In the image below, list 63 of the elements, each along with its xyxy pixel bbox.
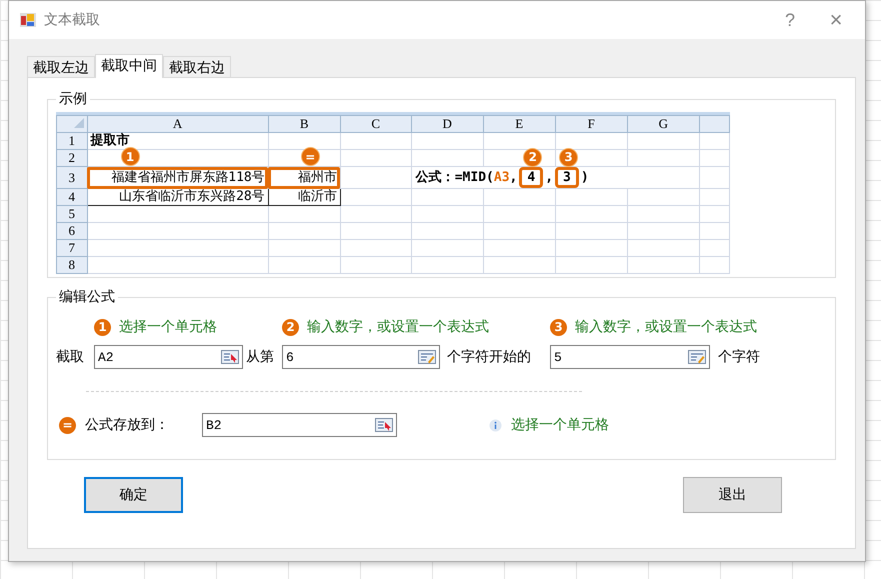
info-icon: [489, 418, 502, 432]
equals-badge: =: [300, 147, 320, 166]
formula-text: ): [580, 170, 589, 185]
group-title: 编辑公式: [58, 288, 116, 306]
hint-text: 输入数字，或设置一个表达式: [575, 318, 757, 336]
number-badge: 2: [523, 148, 542, 167]
tab[interactable]: 截取左边: [27, 56, 95, 77]
field-label: 从第: [245, 348, 275, 366]
column-header: G: [658, 116, 668, 131]
column-header: E: [515, 116, 524, 131]
formula-text: 公式：=MID(: [416, 170, 494, 185]
equals-badge: =: [59, 416, 76, 434]
table-cell: 福州市: [298, 170, 337, 184]
corner-icon: [74, 118, 84, 128]
row-header: 8: [68, 257, 75, 272]
comma: ,: [545, 170, 554, 185]
app-icon: [20, 12, 36, 28]
tab[interactable]: 截取中间: [95, 54, 163, 78]
tab[interactable]: 截取右边: [163, 56, 231, 77]
field-label: 公式存放到：: [85, 416, 170, 434]
formula-editor-icon[interactable]: [418, 350, 436, 364]
formula-editor-icon[interactable]: [688, 350, 706, 364]
hint-text: 输入数字，或设置一个表达式: [307, 318, 489, 336]
column-header: A: [172, 116, 182, 131]
hint-text: 选择一个单元格: [511, 416, 609, 434]
row-header: 6: [68, 223, 75, 238]
field-label: 截取: [56, 348, 85, 366]
column-header: F: [588, 116, 595, 131]
table-cell: 福建省福州市屏东路118号: [111, 170, 265, 184]
group-title: 示例: [58, 90, 88, 108]
input-field[interactable]: 6: [282, 345, 440, 369]
field-label: 个字符开始的: [446, 348, 532, 366]
hint-text: 选择一个单元格: [119, 318, 217, 336]
close-button[interactable]: ×: [813, 5, 859, 35]
table-cell: 提取市: [90, 133, 130, 148]
row-header: 1: [68, 133, 75, 148]
column-header: C: [371, 116, 380, 131]
dialog-button[interactable]: 退出: [683, 477, 782, 513]
input-field[interactable]: B2: [202, 413, 397, 437]
cell-reference: A3: [494, 170, 510, 185]
row-header: 2: [68, 150, 75, 165]
input-field[interactable]: 5: [550, 345, 710, 369]
row-header: 5: [68, 206, 75, 221]
row-header: 4: [68, 189, 75, 204]
table-cell: 临沂市: [298, 189, 337, 204]
cell-picker-icon[interactable]: [221, 350, 239, 364]
row-header: 3: [68, 170, 75, 184]
number-badge: 3: [559, 148, 578, 167]
comma: ,: [510, 170, 518, 185]
input-field[interactable]: A2: [94, 345, 243, 369]
window-title: 文本截取: [44, 11, 100, 29]
field-label: 个字符: [717, 348, 761, 366]
row-header: 7: [68, 240, 75, 255]
column-header: B: [300, 116, 309, 131]
table-cell: 山东省临沂市东兴路28号: [119, 189, 265, 204]
number-badge: 3: [550, 318, 567, 336]
dialog-button[interactable]: 确定: [84, 477, 183, 513]
column-header: D: [442, 116, 452, 131]
number-badge: 1: [120, 147, 140, 166]
number-badge: 2: [282, 318, 299, 336]
cell-picker-icon[interactable]: [375, 418, 393, 432]
help-button[interactable]: ?: [767, 5, 813, 35]
number-badge: 1: [94, 318, 111, 336]
